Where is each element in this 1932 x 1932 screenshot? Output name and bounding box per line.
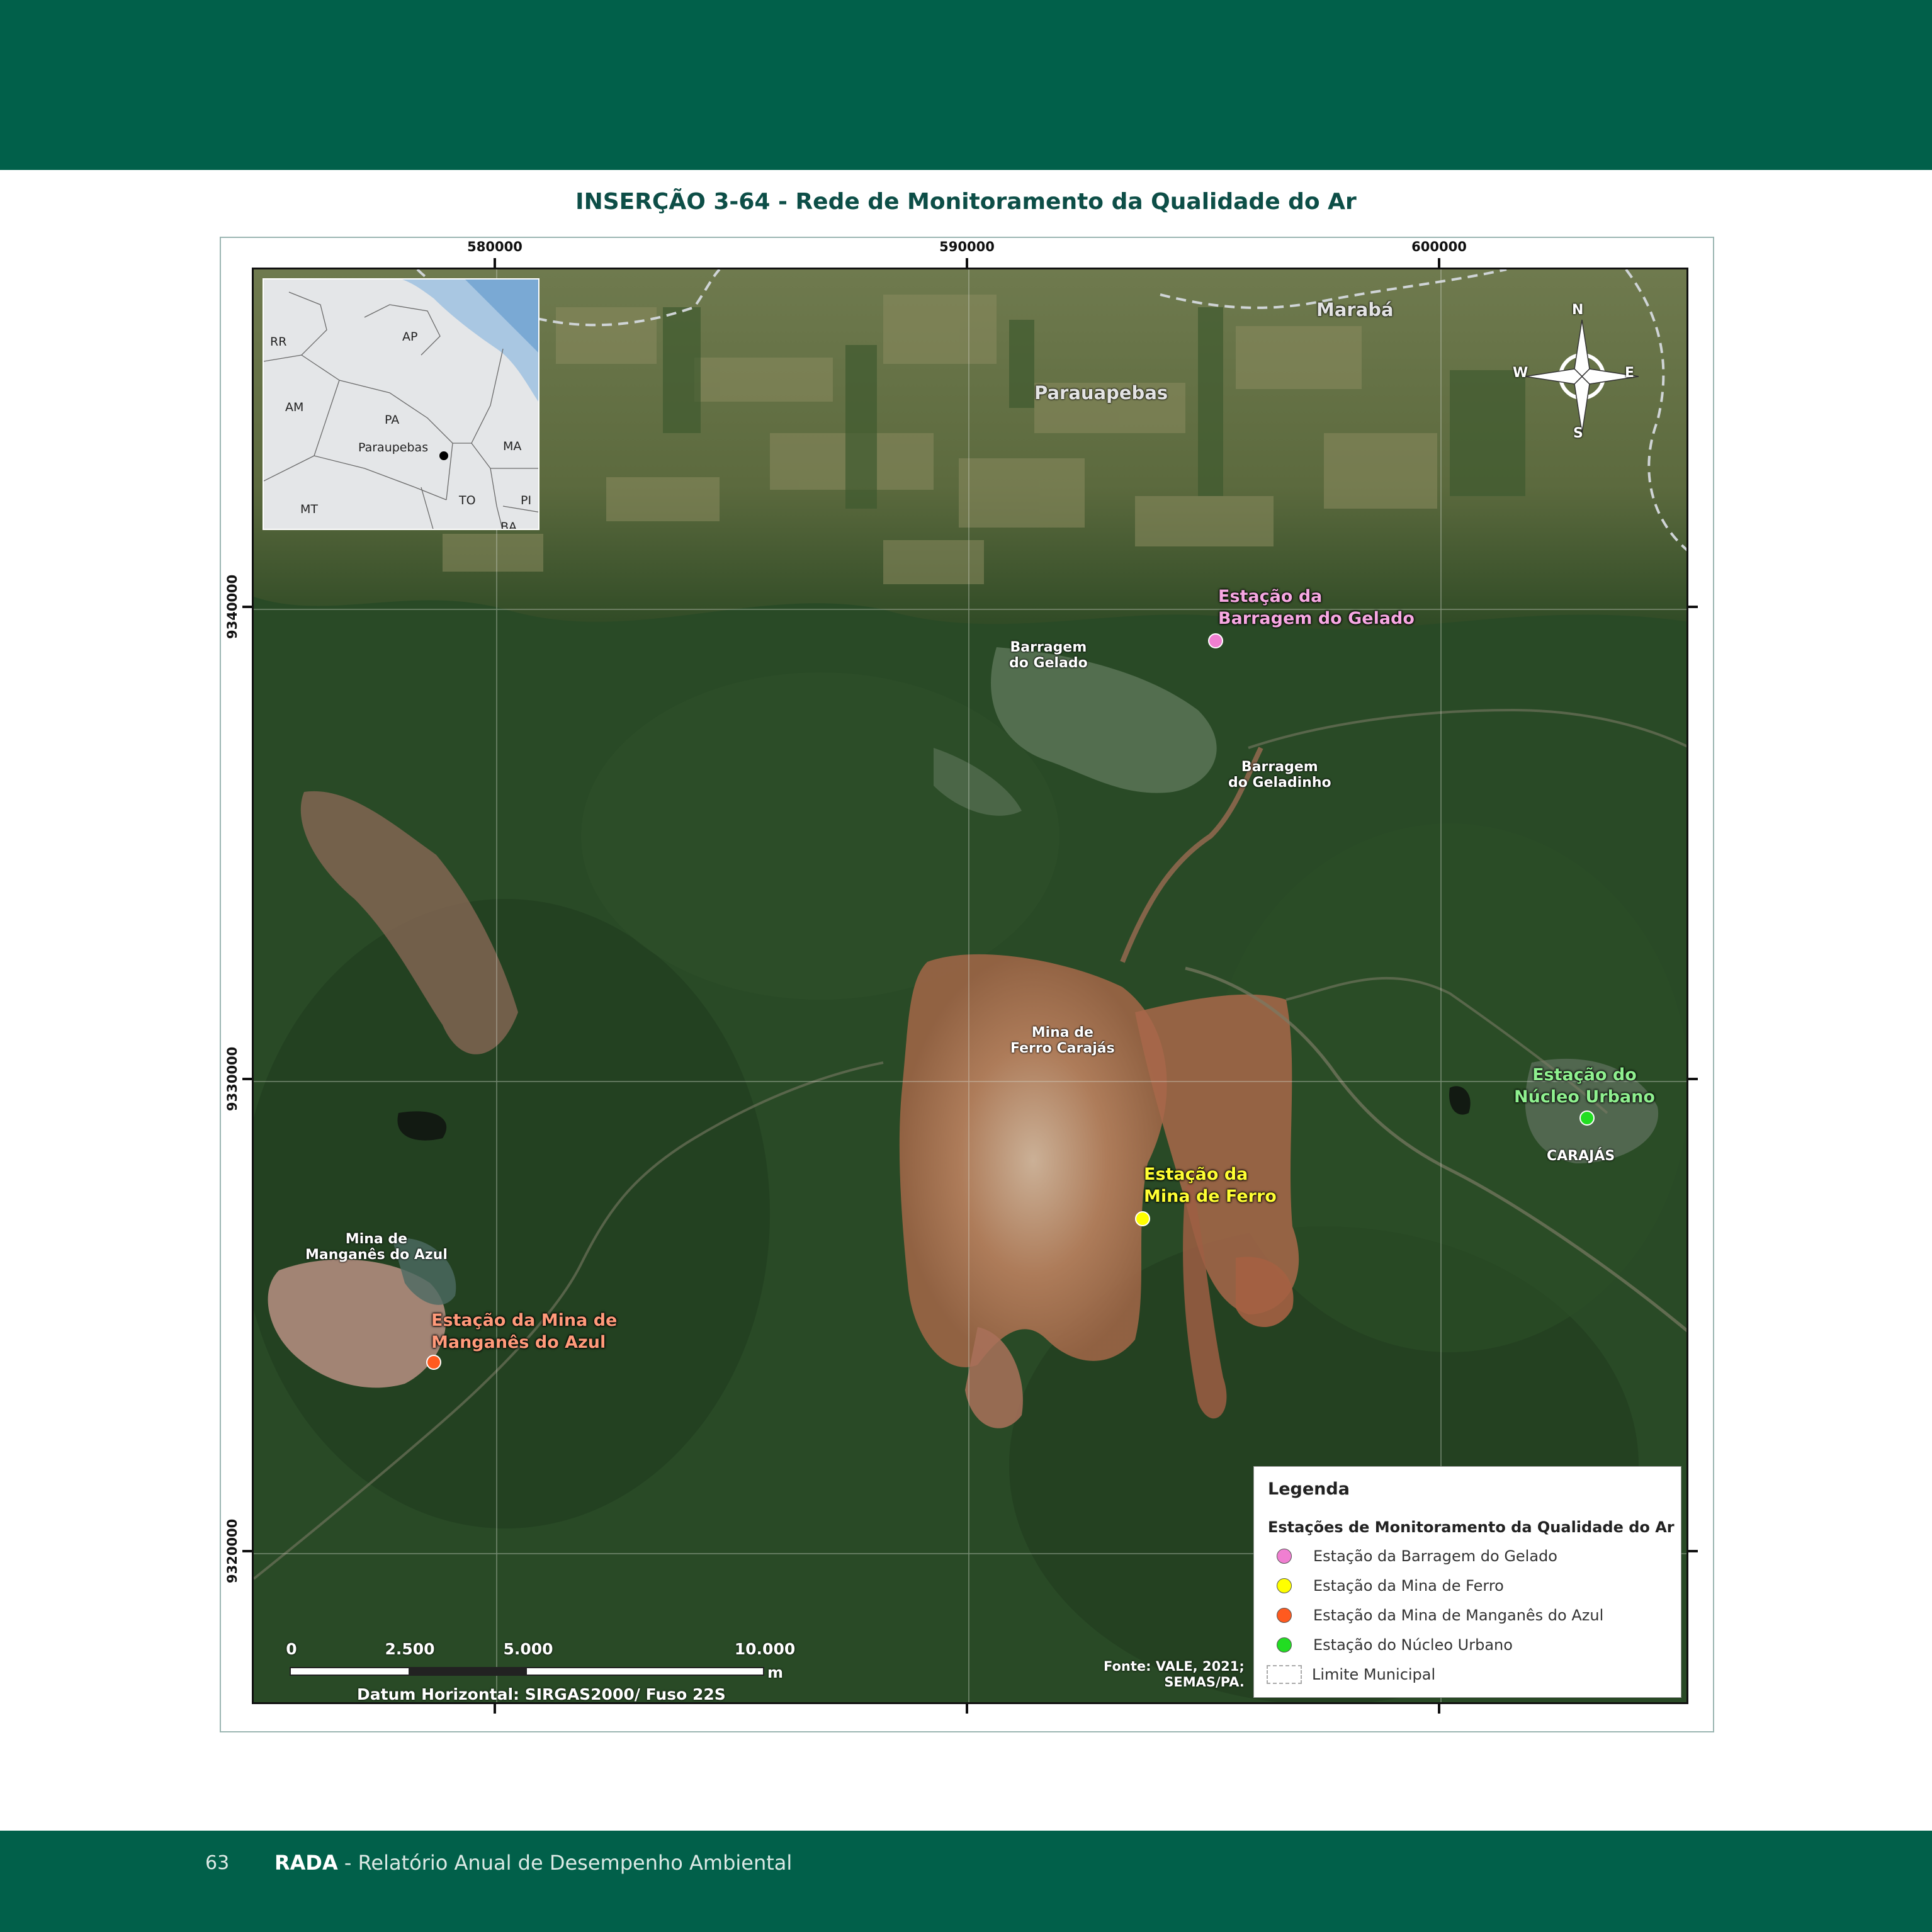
legend-swatch [1277, 1578, 1292, 1593]
station-marker-gelado[interactable] [1208, 633, 1223, 648]
station-marker-urbano[interactable] [1579, 1110, 1595, 1126]
station-label-urbano: Estação do Núcleo Urbano [1514, 1065, 1655, 1107]
legend-swatch [1277, 1608, 1292, 1623]
inset-city-marker [439, 451, 448, 460]
legend-boundary-swatch [1267, 1665, 1302, 1684]
station-marker-ferro[interactable] [1135, 1211, 1150, 1226]
inset-state-label: MT [300, 502, 318, 516]
place-label-carajas: CARAJÁS [1547, 1148, 1615, 1164]
y-tick-mark [1688, 1078, 1698, 1080]
page-number: 63 [205, 1852, 230, 1874]
source-label: Fonte: VALE, 2021; SEMAS/PA. [1104, 1659, 1245, 1690]
legend-item: Estação da Barragem do Gelado [1277, 1544, 1557, 1569]
station-label-gelado: Estação da Barragem do Gelado [1218, 587, 1415, 629]
scale-label: 2.500 [385, 1640, 435, 1658]
station-label-manganes: Estação da Mina de Manganês do Azul [431, 1311, 618, 1353]
inset-state-label: BA [500, 520, 517, 530]
inset-location-map: RR AP AM PA MA MT TO PI BA Paraupebas [263, 278, 539, 530]
x-tick-mark [1438, 258, 1440, 268]
legend-subtitle: Estações de Monitoramento da Qualidade d… [1268, 1518, 1675, 1536]
compass-north-label: N [1572, 302, 1584, 318]
map-legend: Legenda Estações de Monitoramento da Qua… [1253, 1466, 1681, 1698]
scale-bar-graphic [290, 1667, 764, 1676]
legend-item: Estação da Mina de Ferro [1277, 1573, 1504, 1598]
legend-title: Legenda [1268, 1479, 1350, 1499]
x-tick-mark [1438, 1703, 1440, 1714]
legend-swatch [1277, 1549, 1292, 1564]
legend-swatch [1277, 1637, 1292, 1652]
scale-label: 0 [286, 1640, 297, 1658]
place-label-barragem-geladinho: Barragem do Geladinho [1228, 759, 1331, 791]
y-tick-label: 9340000 [225, 574, 240, 639]
y-tick-mark [1688, 1550, 1698, 1552]
place-label-barragem-gelado: Barragem do Gelado [1009, 640, 1088, 672]
inset-state-label: AM [285, 400, 304, 414]
inset-state-label: RR [270, 335, 287, 349]
footer-band [0, 1831, 1932, 1932]
x-tick-label: 590000 [939, 239, 995, 254]
legend-item: Estação da Mina de Manganês do Azul [1277, 1603, 1603, 1628]
inset-state-label: PI [521, 494, 532, 507]
place-label-mina-ferro: Mina de Ferro Carajás [1010, 1025, 1115, 1057]
compass-west-label: W [1513, 365, 1528, 381]
y-tick-mark [1688, 606, 1698, 608]
legend-item: Limite Municipal [1267, 1662, 1435, 1687]
inset-city-label: Paraupebas [358, 441, 429, 455]
inset-state-label: AP [402, 330, 418, 344]
station-label-ferro: Estação da Mina de Ferro [1144, 1165, 1277, 1207]
compass-south-label: S [1573, 426, 1583, 441]
place-label-mina-manganes: Mina de Manganês do Azul [305, 1231, 448, 1263]
y-tick-mark [242, 606, 252, 608]
inset-state-label: PA [385, 413, 400, 427]
x-tick-mark [966, 258, 968, 268]
scale-label: 10.000 [734, 1640, 796, 1658]
figure-title: INSERÇÃO 3-64 - Rede de Monitoramento da… [575, 189, 1357, 215]
x-tick-mark [494, 258, 496, 268]
inset-basemap [264, 280, 538, 529]
inset-state-label: MA [503, 439, 522, 453]
compass-east-label: E [1625, 365, 1635, 381]
scale-bar: 0 2.500 5.000 10.000 m Datum Horizontal:… [286, 1640, 805, 1703]
place-label-maraba: Marabá [1316, 299, 1394, 320]
satellite-map[interactable]: RR AP AM PA MA MT TO PI BA Paraupebas N … [252, 268, 1688, 1704]
inset-state-label: TO [459, 494, 476, 507]
x-tick-label: 580000 [467, 239, 523, 254]
header-band [0, 0, 1932, 170]
legend-item: Estação do Núcleo Urbano [1277, 1632, 1513, 1658]
datum-label: Datum Horizontal: SIRGAS2000/ Fuso 22S [357, 1685, 726, 1703]
x-tick-mark [966, 1703, 968, 1714]
station-marker-manganes[interactable] [426, 1355, 441, 1370]
place-label-parauapebas: Parauapebas [1034, 382, 1168, 404]
y-tick-label: 9320000 [225, 1518, 240, 1583]
y-tick-mark [242, 1550, 252, 1552]
x-tick-mark [494, 1703, 496, 1714]
scale-label: 5.000 [503, 1640, 553, 1658]
x-tick-label: 600000 [1411, 239, 1467, 254]
y-tick-mark [242, 1078, 252, 1080]
footer-text: RADA - Relatório Anual de Desempenho Amb… [274, 1851, 793, 1875]
y-tick-label: 9330000 [225, 1046, 240, 1111]
scale-unit: m [767, 1664, 784, 1681]
